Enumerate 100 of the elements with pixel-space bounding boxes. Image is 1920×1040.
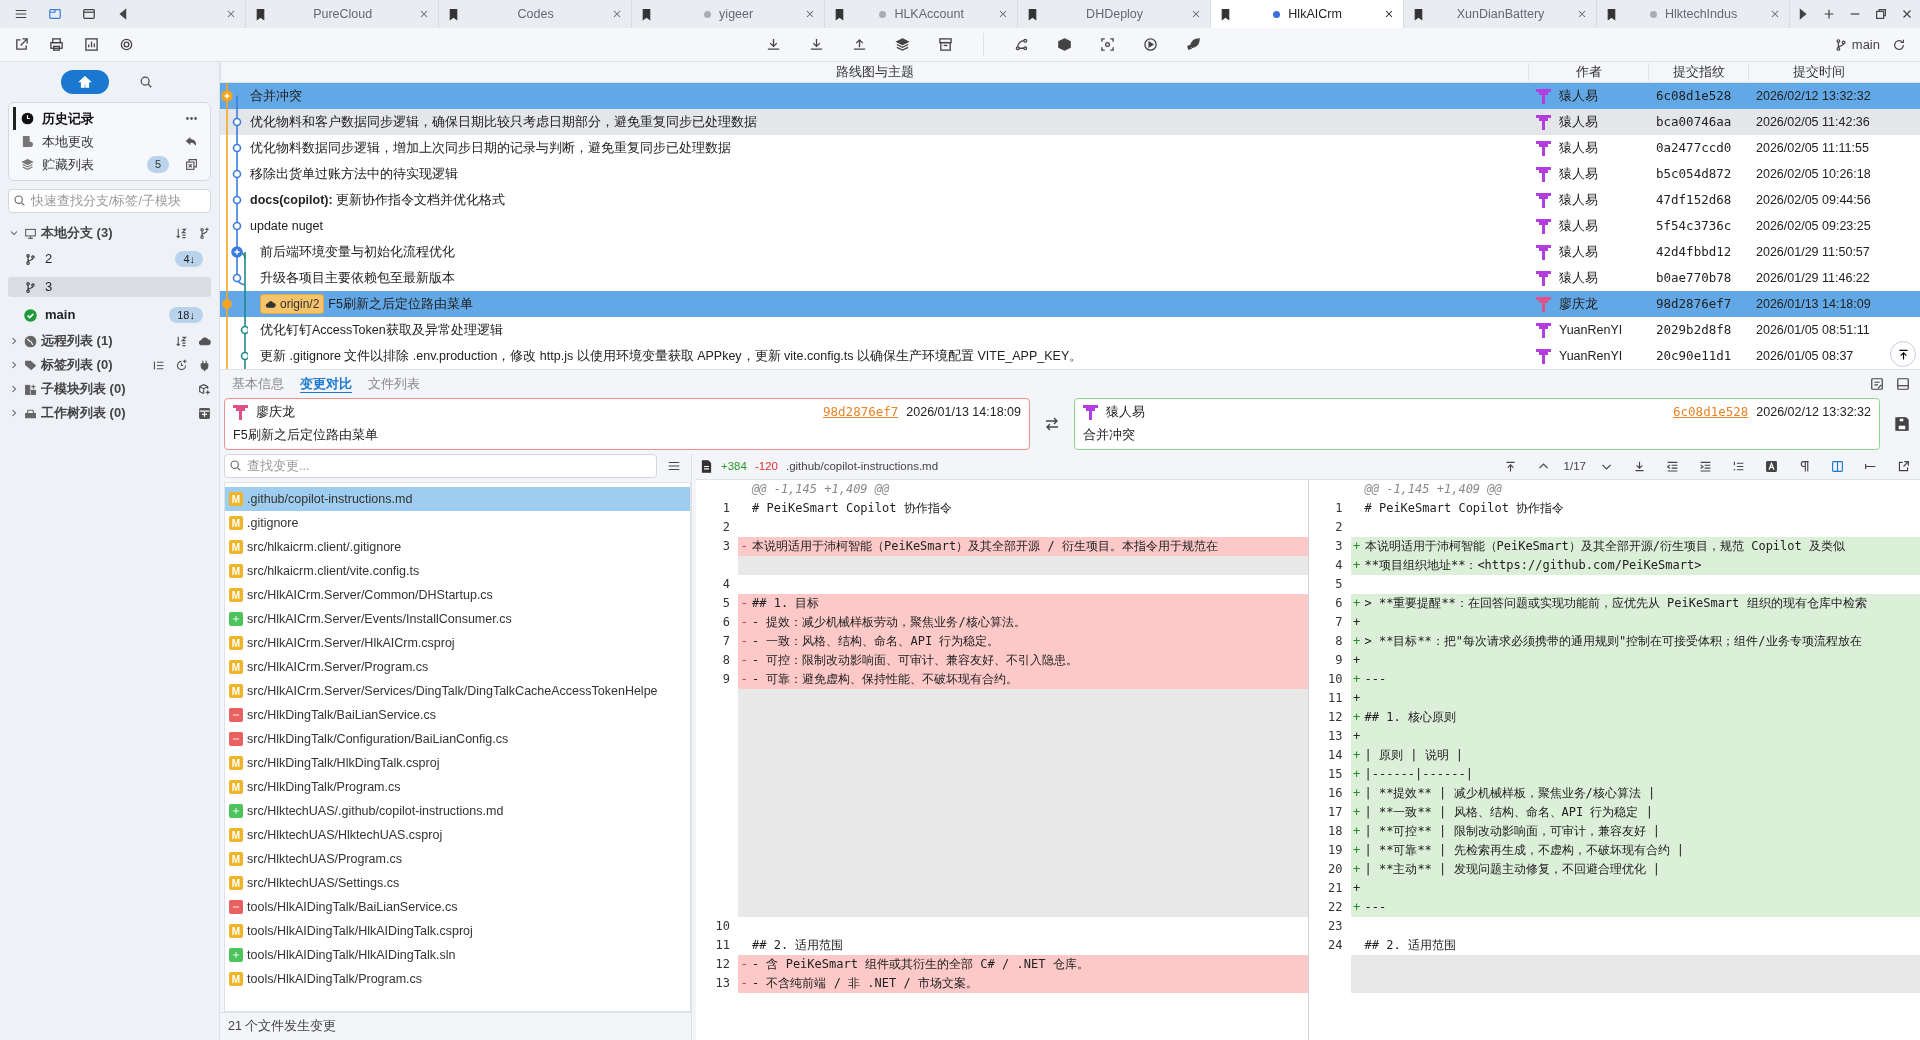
file-item[interactable]: M src/hlkaicrm.client/.gitignore [225,535,690,559]
file-item[interactable]: tools/HlkAIDingTalk/HlkAIDingTalk.sln [225,943,690,967]
file-item[interactable]: M src/HlktechUAS/HlktechUAS.csproj [225,823,690,847]
commit-subject: F5刷新之后定位路由菜单 [328,295,473,313]
list-icon[interactable] [152,358,165,372]
file-item[interactable]: M src/hlkaicrm.client/vite.config.ts [225,559,690,583]
branch-item[interactable]: 2 4↓ [8,249,211,269]
commit-row[interactable]: update nuget 猿人易 5f54c3736c 2026/02/05 09:23:25 [220,213,1920,239]
commit-row[interactable]: 优化物料和客户数据同步逻辑，确保日期比较只考虑日期部分，避免重复同步已处理数据 猿人易 bca00746aa 2026/02/05 11:42:36 [220,109,1920,135]
commit-hash: 5f54c3736c [1655,216,1733,235]
file-item[interactable]: src/HlkDingTalk/Configuration/BaiLianConfig.cs [225,727,690,751]
home-button[interactable] [60,70,109,94]
file-item[interactable]: M src/HlktechUAS/Program.cs [225,847,690,871]
stash-icon [895,37,911,52]
column-header[interactable]: 提交指纹 [1648,62,1748,82]
save-icon [1894,416,1910,432]
commit-hash: 0a2477ccd0 [1655,138,1733,157]
plug-icon[interactable] [198,358,211,372]
line-number: 6 [722,615,730,629]
file-item[interactable]: tools/HlkAIDingTalk/BaiLianService.cs [225,895,690,919]
group-label: 本地分支 (3) [41,224,114,243]
line-number: 18 [1328,824,1343,838]
file-item[interactable]: M .github/copilot-instructions.md [225,487,690,511]
commit-row[interactable]: 优化钉钉AccessToken获取及异常处理逻辑 YuanRenYI 2029b2d8f8 2026/01/05 08:51:11 [220,317,1920,343]
commit-time: 2026/01/29 11:46:22 [1755,269,1871,287]
diff-sign: + [1352,672,1361,686]
commit-row[interactable]: origin/2 F5刷新之后定位路由菜单 廖庆龙 98d2876ef7 2026/01/13 14:18:09 [220,291,1920,317]
branch-item[interactable]: main 18↓ [8,305,211,325]
tree-group[interactable]: 子模块列表 (0) [8,377,211,401]
tab-label: PureCloud [313,5,373,23]
nav-item[interactable]: 历史记录 [13,107,206,130]
file-item[interactable]: src/HlktechUAS/.github/copilot-instructions.md [225,799,690,823]
commit-row[interactable]: 合并冲突 猿人易 6c08d1e528 2026/02/12 13:32:32 [220,83,1920,109]
file-item[interactable]: M src/HlkAICrm.Server/Common/DHStartup.cs [225,583,690,607]
scroll-top-button[interactable] [1890,341,1916,367]
branch-item[interactable]: 3 [8,277,211,297]
commit-row[interactable]: 优化物料数据同步逻辑，增加上次同步日期的记录与判断，避免重复同步已处理数据 猿人易 0a2477ccd0 2026/02/05 11:11:55 [220,135,1920,161]
file-item[interactable]: M src/HlkAICrm.Server/Program.cs [225,655,690,679]
file-item[interactable]: M src/HlkAICrm.Server/Services/DingTalk/DingTalkCacheAccessTokenHelpe [225,679,690,703]
column-header[interactable]: 提交时间 [1748,62,1888,82]
file-item[interactable]: M tools/HlkAIDingTalk/HlkAIDingTalk.csproj [225,919,690,943]
tree-group[interactable]: 本地分支 (3) [8,221,211,245]
nav-item[interactable]: 贮藏列表 5 [13,153,206,176]
clock-icon[interactable] [175,358,188,372]
search-field[interactable]: 快速查找分支/标签/子模块 [8,189,211,213]
menu-icon [667,459,681,473]
file-item[interactable]: M src/HlkDingTalk/Program.cs [225,775,690,799]
undo-icon[interactable] [185,135,198,148]
file-count-label: 21 个文件发生变更 [228,1018,337,1036]
line-number: 2 [1335,520,1343,534]
commit-hash: 20c90e11d1 [1655,346,1733,365]
tree-group[interactable]: 远程列表 (1) [8,329,211,353]
tree-group[interactable]: 工作树列表 (0) [8,401,211,425]
side-by-side-icon [1831,460,1844,473]
file-item[interactable]: M .gitignore [225,511,690,535]
search-field[interactable]: 查找变更... [224,454,657,478]
add-submodule-icon[interactable] [198,382,211,396]
column-header[interactable]: 作者 [1528,62,1648,82]
file-item[interactable]: M src/HlktechUAS/Settings.cs [225,871,690,895]
branch-selector[interactable]: main [1827,33,1886,56]
status-badge: M [229,876,243,890]
file-item[interactable]: M tools/HlkAIDingTalk/Program.cs [225,967,690,991]
sort-icon[interactable] [175,334,188,348]
clear-icon[interactable] [185,158,198,171]
commit-row[interactable]: docs(copilot): 更新协作指令文档并优化格式 猿人易 47df152d68 2026/02/05 09:44:56 [220,187,1920,213]
status-badge: M [229,636,243,650]
window-icon [82,7,96,21]
line-number: 4 [722,577,730,591]
commit-row[interactable]: 移除出货单过账方法中的待实现逻辑 猿人易 b5c054d872 2026/02/05 10:26:18 [220,161,1920,187]
commit-row[interactable]: 更新 .gitignore 文件以排除 .env.production，修改 http.js 以使用环境变量获取 APPkey，更新 vite.config.ts 以确保生产环境配置 VITE_APP_KEY。 YuanRenYI 20c90e11d1 2026/01/05 08:37 [220,343,1920,369]
code-line: # PeiKeSmart Copilot 协作指令 [751,500,953,517]
new-branch-icon[interactable] [198,226,211,240]
line-number: 12 [1328,710,1343,724]
search-icon [13,194,26,207]
line-number: 9 [722,672,730,686]
status-badge: M [229,540,243,554]
detail-tab[interactable]: 变更对比 [292,372,360,396]
group-label: 子模块列表 (0) [41,380,127,399]
commit-row[interactable]: 升级各项目主要依赖包至最新版本 猿人易 b0ae770b78 2026/01/29 11:46:22 [220,265,1920,291]
file-icon [700,460,713,473]
line-number: 15 [1328,767,1343,781]
file-item[interactable]: M src/HlkDingTalk/HlkDingTalk.csproj [225,751,690,775]
sort-icon[interactable] [175,226,188,240]
tree-group[interactable]: 标签列表 (0) [8,353,211,377]
commit-row[interactable]: 前后端环境变量与初始化流程优化 猿人易 42d4fbbd12 2026/01/29 11:50:57 [220,239,1920,265]
line-number: 14 [1328,748,1343,762]
behind-badge: 18↓ [169,306,203,324]
nav-item[interactable]: 本地更改 [13,130,206,153]
diff-sign: + [1352,824,1361,838]
line-number: 2 [722,520,730,534]
file-item[interactable]: src/HlkAICrm.Server/Events/InstallConsumer.cs [225,607,690,631]
column-header[interactable]: 路线图与主题 [220,62,1528,82]
file-item[interactable]: src/HlkDingTalk/BaiLianService.cs [225,703,690,727]
diff-sign: - [740,976,748,990]
file-item[interactable]: M src/HlkAICrm.Server/HlkAICrm.csproj [225,631,690,655]
cloud-icon[interactable] [198,334,211,348]
globe-icon [24,334,37,348]
tab[interactable]: HlkAICrm [1211,0,1405,28]
line-number: 20 [1328,862,1343,876]
tab-label: HlktechIndus [1664,5,1738,23]
